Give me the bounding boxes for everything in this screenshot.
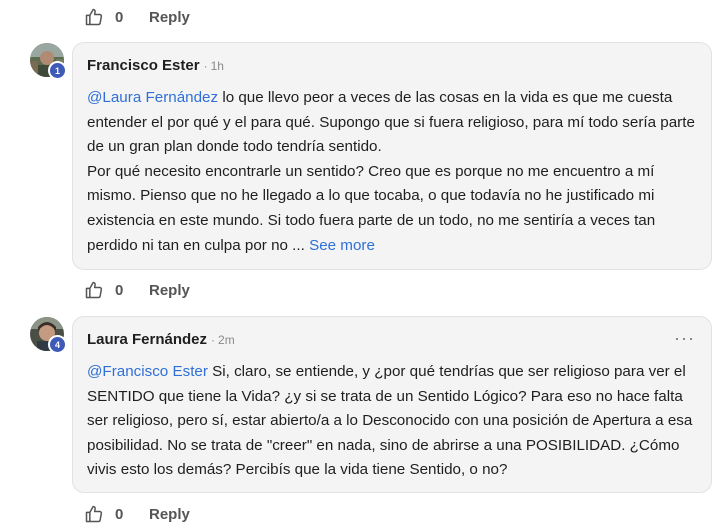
reply-button[interactable]: Reply — [149, 9, 190, 26]
comment-card: Laura Fernández · 2m ··· @Francisco Este… — [72, 316, 712, 493]
thumbs-up-icon[interactable] — [84, 504, 104, 524]
comment-card: Francisco Ester · 1h @Laura Fernández lo… — [72, 42, 712, 270]
meta-separator: · — [211, 333, 216, 347]
avatar-badge: 4 — [48, 335, 67, 354]
like-count: 0 — [115, 505, 124, 523]
thumbs-up-icon[interactable] — [84, 7, 104, 27]
like-count: 0 — [115, 8, 124, 26]
comment-actions: 0 Reply — [84, 503, 190, 525]
see-more-link[interactable]: See more — [309, 237, 375, 254]
mention-link[interactable]: @Laura Fernández — [87, 89, 218, 106]
like-count: 0 — [115, 281, 124, 299]
comment-text-part: Si, claro, se entiende, y ¿por qué tendr… — [87, 363, 693, 479]
comment-text: @Francisco Ester Si, claro, se entiende,… — [87, 360, 695, 483]
timestamp: 1h — [210, 59, 224, 73]
timestamp: 2m — [218, 333, 235, 347]
comment-header: Francisco Ester · 1h — [87, 57, 695, 79]
avatar[interactable]: 1 — [30, 43, 67, 80]
comment-actions-top: 0 Reply — [84, 6, 190, 28]
comment-actions: 0 Reply — [84, 279, 190, 301]
author-name[interactable]: Laura Fernández — [87, 331, 207, 348]
mention-link[interactable]: @Francisco Ester — [87, 363, 208, 380]
comment-text: @Laura Fernández lo que llevo peor a vec… — [87, 86, 695, 258]
reply-button[interactable]: Reply — [149, 506, 190, 523]
author-name[interactable]: Francisco Ester — [87, 57, 200, 74]
avatar-badge: 1 — [48, 61, 67, 80]
comment-header: Laura Fernández · 2m ··· — [87, 329, 695, 353]
more-options-icon[interactable]: ··· — [674, 329, 695, 347]
avatar[interactable]: 4 — [30, 317, 67, 354]
thumbs-up-icon[interactable] — [84, 280, 104, 300]
meta-separator: · — [203, 59, 208, 73]
reply-button[interactable]: Reply — [149, 282, 190, 299]
